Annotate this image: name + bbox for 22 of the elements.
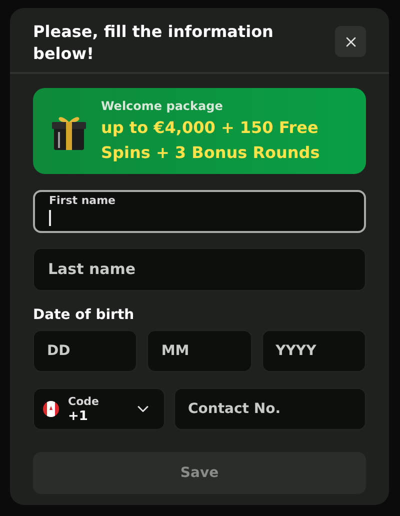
field-label: First name — [49, 194, 116, 208]
banner-offer: up to €4,000 + 150 Free Spins + 3 Bonus Rounds — [101, 117, 321, 164]
code-label: Code — [68, 394, 99, 409]
field-placeholder: Last name — [48, 259, 136, 280]
input-field[interactable]: DD — [33, 330, 138, 372]
close-button[interactable] — [335, 26, 366, 57]
field-placeholder: MM — [161, 342, 190, 360]
country-code-select[interactable]: Code +1 — [33, 388, 165, 430]
section-label: Date of birth — [33, 306, 136, 325]
text-cursor — [49, 210, 51, 226]
input-field[interactable]: YYYY — [262, 330, 366, 372]
field-placeholder: YYYY — [276, 342, 316, 360]
input-field[interactable]: MM — [147, 330, 252, 372]
banner-caption: Welcome package — [101, 98, 224, 115]
input-field[interactable]: Contact No. — [174, 388, 366, 430]
dialog-title: Please, fill the information below! — [33, 21, 274, 65]
field-placeholder: DD — [47, 342, 70, 360]
input-field[interactable]: First name — [33, 190, 366, 233]
input-field[interactable]: Last name — [33, 248, 366, 291]
flag-icon — [43, 401, 59, 417]
field-placeholder: Contact No. — [188, 400, 281, 418]
code-value: +1 — [68, 409, 88, 424]
